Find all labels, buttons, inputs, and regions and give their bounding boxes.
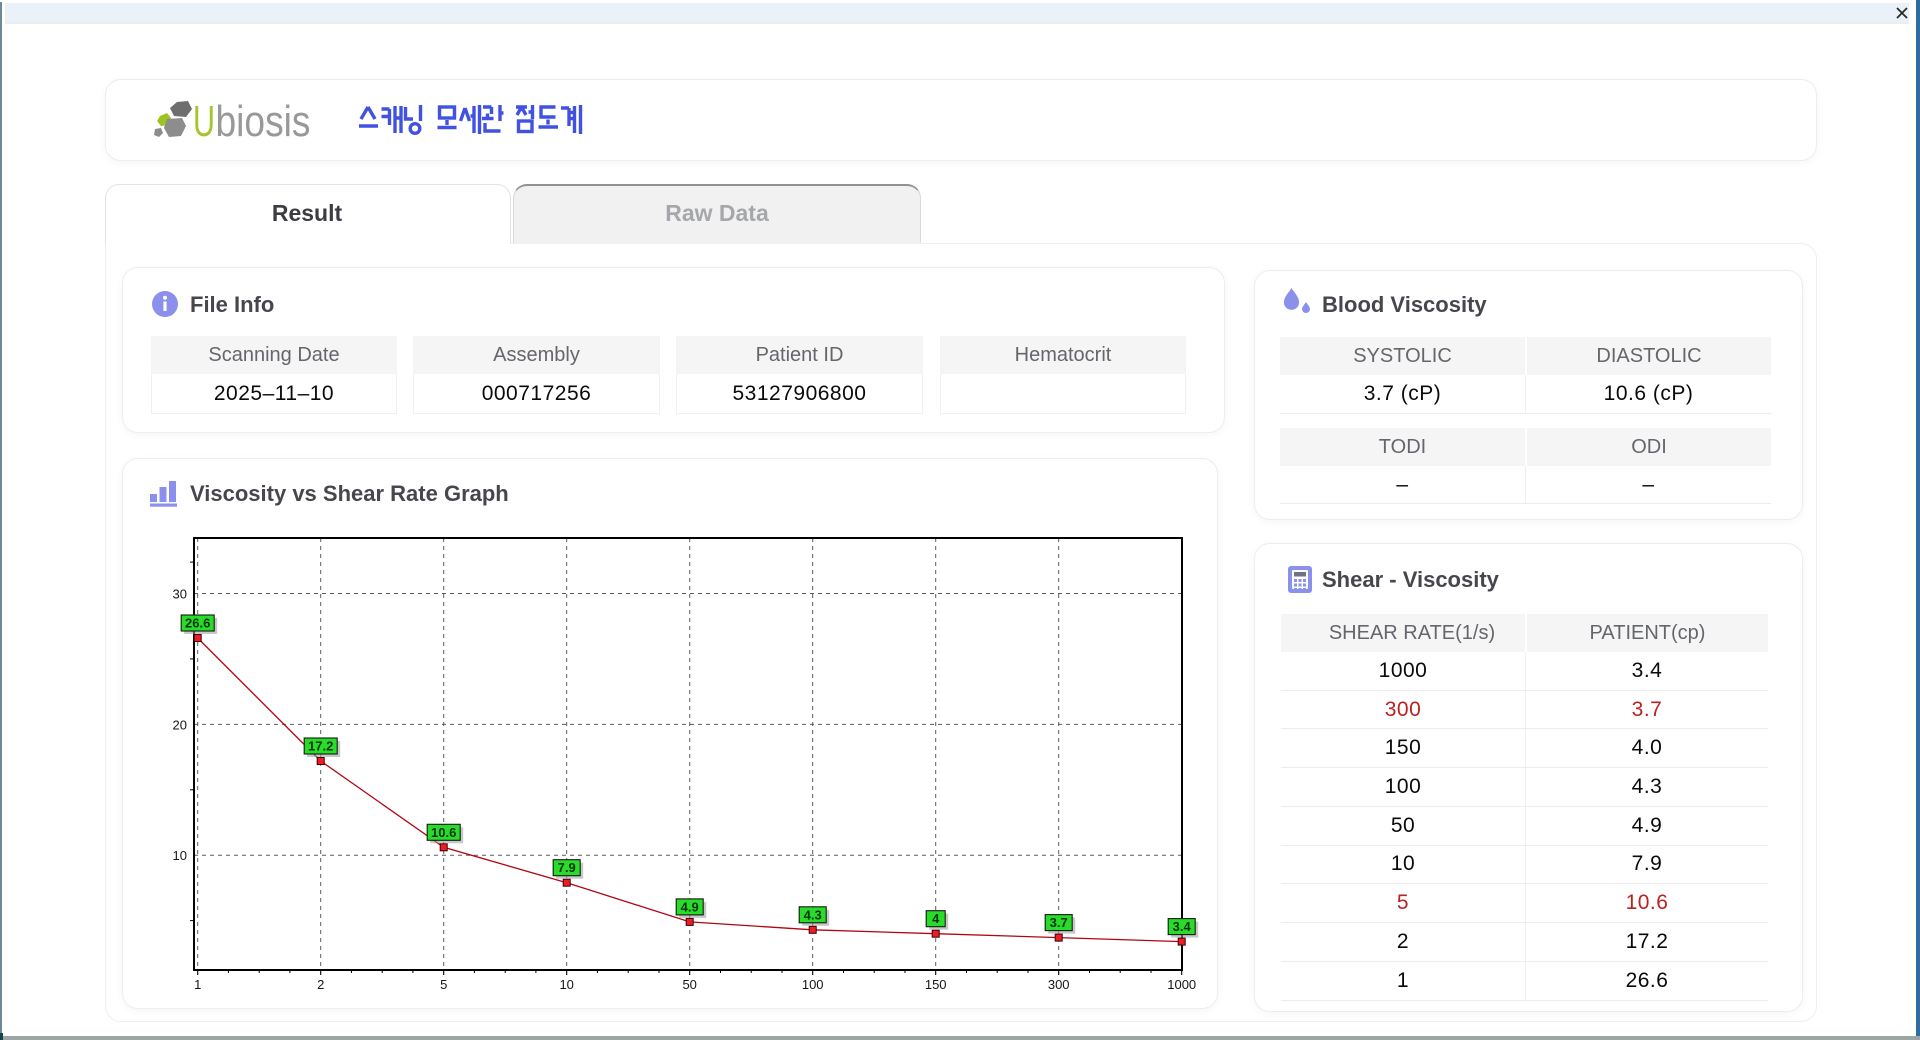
svg-text:20: 20 — [173, 717, 187, 732]
svg-text:10: 10 — [559, 977, 573, 992]
svg-text:300: 300 — [1048, 977, 1070, 992]
svg-text:7.9: 7.9 — [558, 860, 576, 875]
svg-text:10: 10 — [173, 848, 187, 863]
svg-text:10.6: 10.6 — [431, 825, 456, 840]
svg-text:50: 50 — [682, 977, 696, 992]
svg-text:2: 2 — [317, 977, 324, 992]
svg-text:4.9: 4.9 — [681, 899, 699, 914]
svg-text:150: 150 — [925, 977, 947, 992]
svg-text:1: 1 — [194, 977, 201, 992]
svg-text:4.3: 4.3 — [804, 907, 822, 922]
svg-text:biosis: biosis — [216, 97, 311, 144]
svg-text:17.2: 17.2 — [308, 739, 333, 754]
svg-text:30: 30 — [173, 587, 187, 602]
svg-text:5: 5 — [440, 977, 447, 992]
svg-text:U: U — [193, 97, 215, 144]
svg-text:26.6: 26.6 — [185, 616, 210, 631]
svg-text:4: 4 — [932, 911, 940, 926]
svg-text:3.7: 3.7 — [1050, 915, 1068, 930]
svg-text:1000: 1000 — [1167, 977, 1196, 992]
svg-text:3.4: 3.4 — [1173, 919, 1192, 934]
svg-text:100: 100 — [802, 977, 824, 992]
